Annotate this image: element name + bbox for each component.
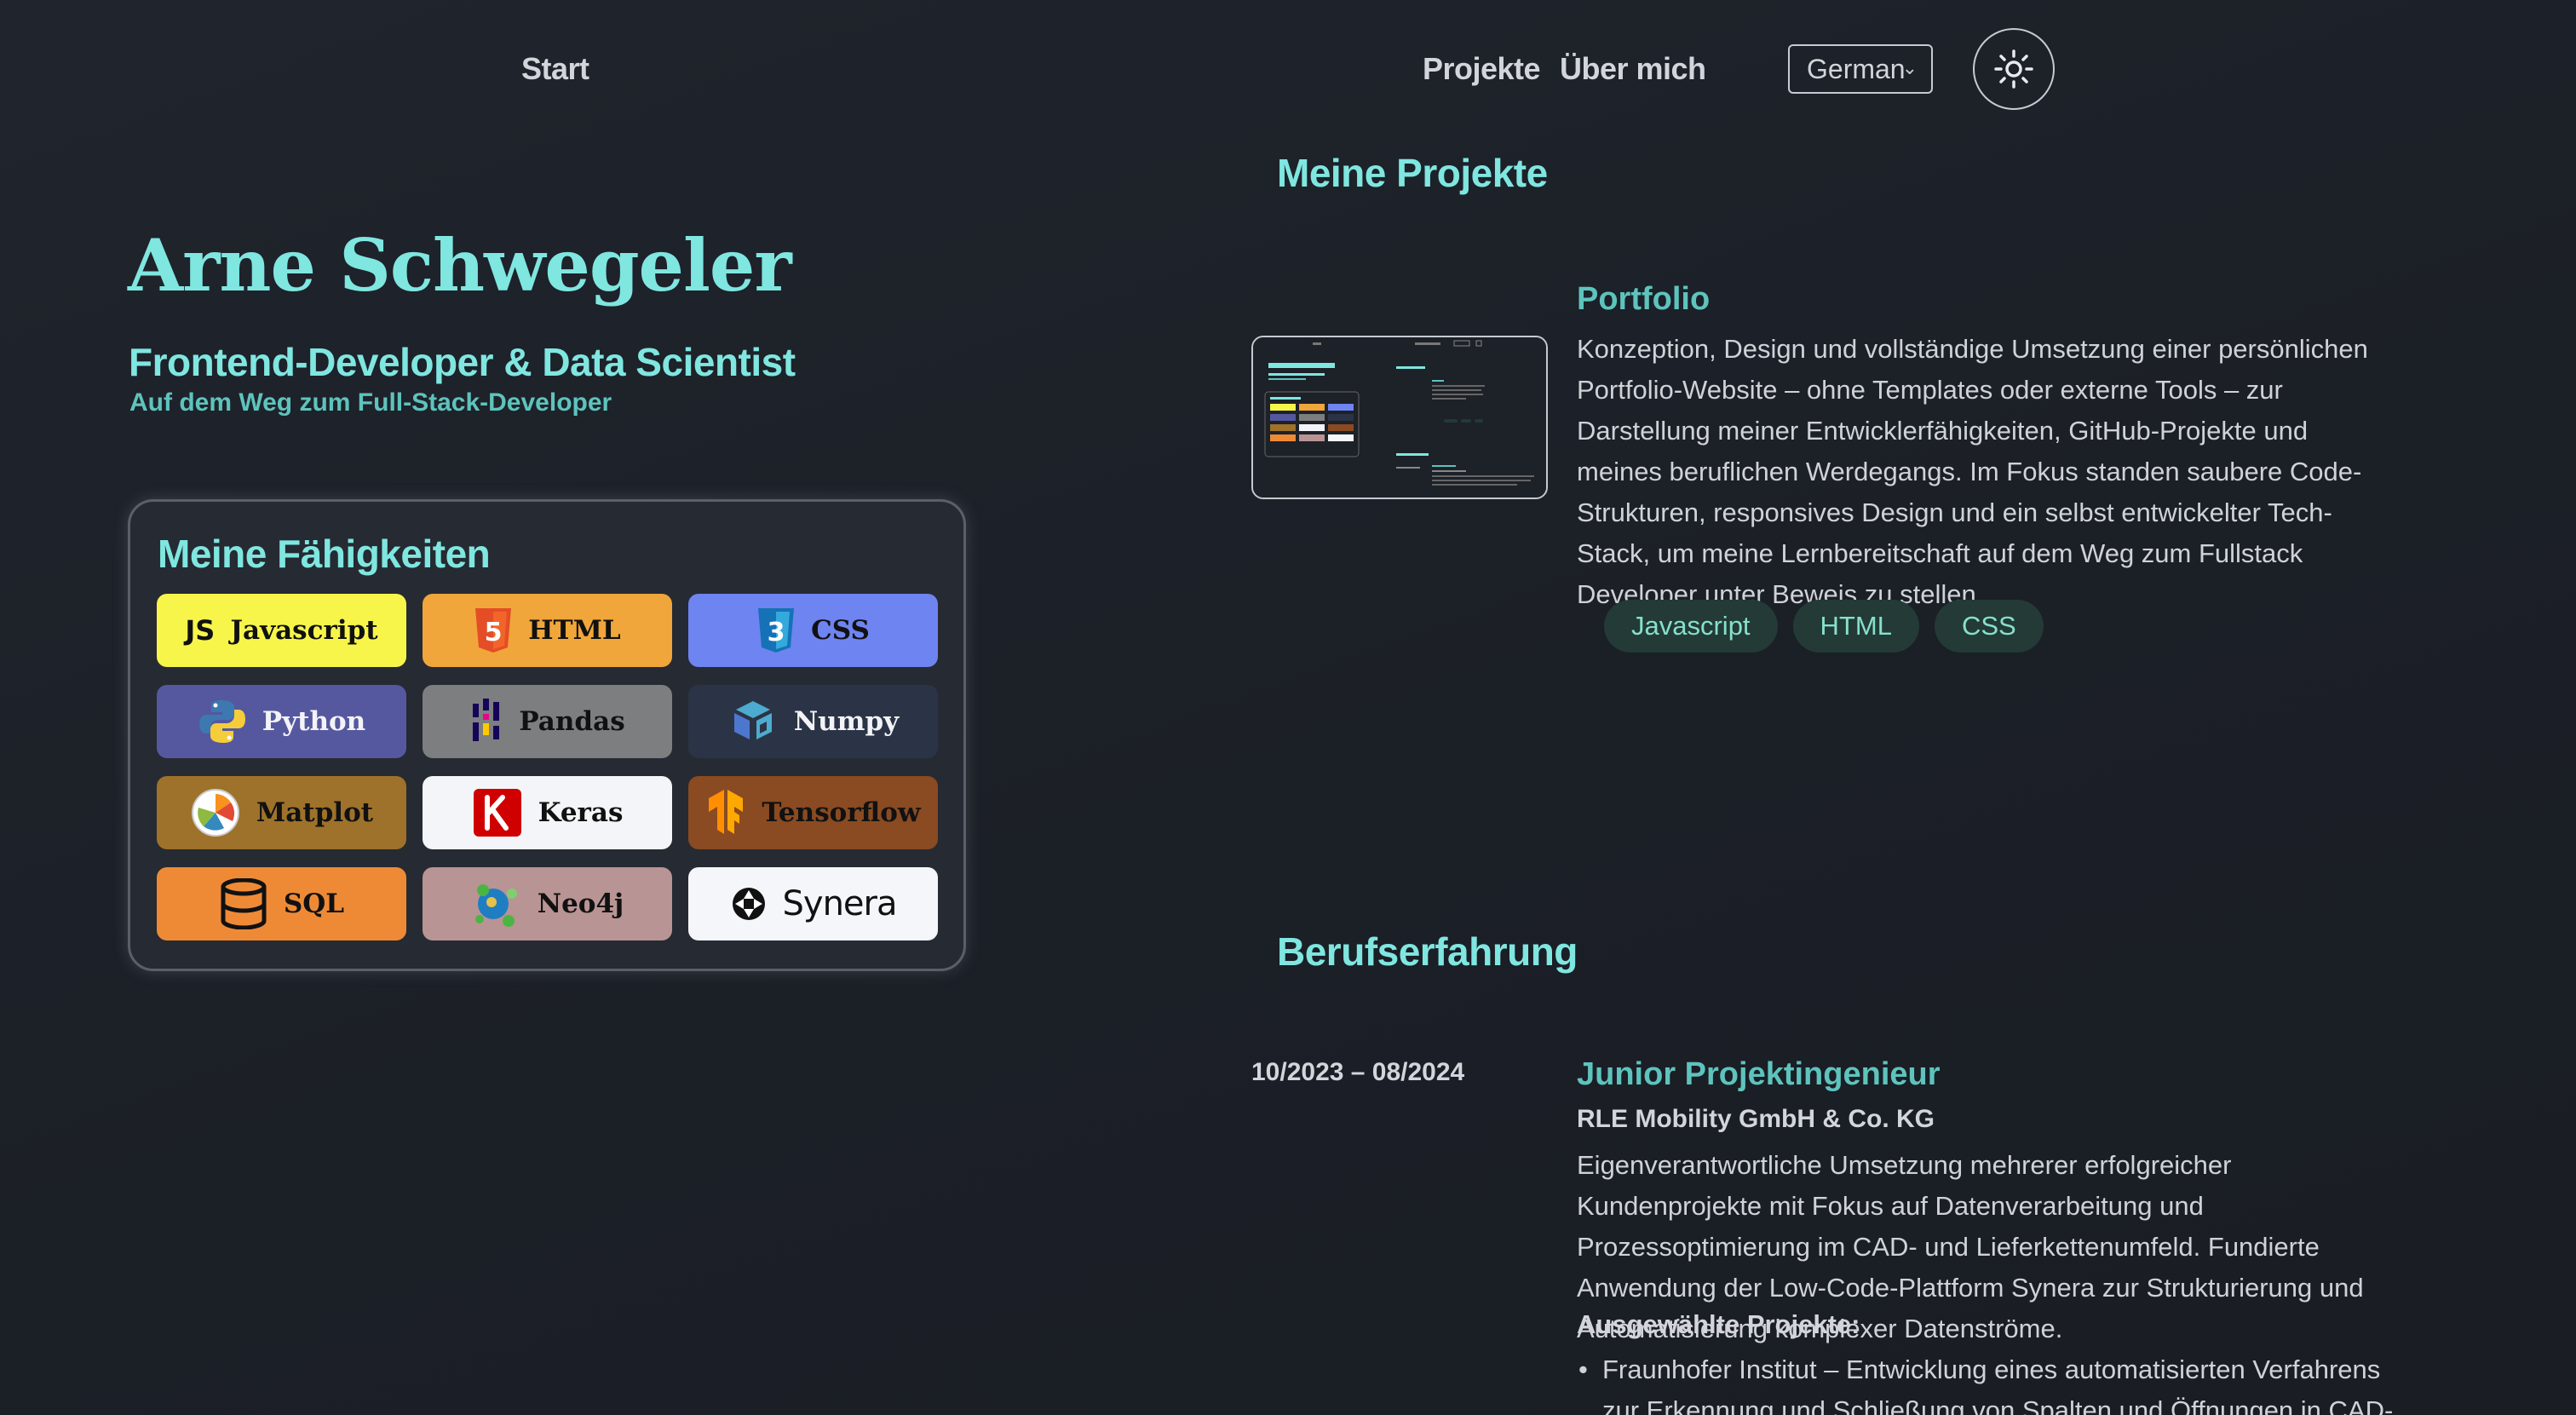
- skill-matplot[interactable]: Matplot: [157, 776, 406, 849]
- theme-toggle-button[interactable]: [1973, 28, 2055, 110]
- tag-chip: CSS: [1934, 600, 2044, 653]
- skill-tensorflow[interactable]: Tensorflow: [688, 776, 938, 849]
- skill-label: CSS: [811, 615, 870, 646]
- portfolio-preview-image: [1253, 337, 1546, 498]
- css3-icon: 3: [756, 608, 796, 653]
- skill-label: Python: [262, 706, 366, 737]
- skill-sql[interactable]: SQL: [157, 867, 406, 940]
- hero-subtitle: Auf dem Weg zum Full-Stack-Developer: [129, 388, 612, 417]
- skill-label: Tensorflow: [762, 797, 921, 828]
- skill-javascript[interactable]: JS Javascript: [157, 594, 406, 667]
- skill-label: Keras: [538, 797, 624, 828]
- skill-label: SQL: [283, 889, 345, 919]
- skill-pandas[interactable]: Pandas: [423, 685, 672, 758]
- tag-chip: HTML: [1792, 600, 1919, 653]
- project-title[interactable]: Portfolio: [1577, 281, 1710, 318]
- synera-icon: [730, 885, 768, 923]
- hero-name: Arne Schwegeler: [128, 223, 792, 308]
- skill-synera[interactable]: Synera: [688, 867, 938, 940]
- language-select[interactable]: German ⌄: [1788, 44, 1933, 94]
- skills-grid: JS Javascript 5 HTML 3 CSS Python Pandas…: [157, 594, 939, 940]
- numpy-icon: [727, 696, 779, 747]
- svg-text:3: 3: [768, 618, 785, 647]
- pandas-icon: [469, 697, 503, 746]
- tensorflow-icon: [705, 790, 746, 836]
- svg-text:5: 5: [485, 618, 503, 647]
- page: Start Projekte Über mich German ⌄ Arne S…: [0, 0, 2576, 1415]
- skill-label: Neo4j: [537, 889, 624, 919]
- hero-role: Frontend-Developer & Data Scientist: [129, 340, 796, 384]
- list-item: Fraunhofer Institut – Entwicklung eines …: [1577, 1349, 2412, 1415]
- job-company: RLE Mobility GmbH & Co. KG: [1577, 1105, 1935, 1133]
- database-icon: [219, 878, 268, 929]
- neo4j-icon: [471, 878, 522, 929]
- job-selected-list: Fraunhofer Institut – Entwicklung eines …: [1577, 1349, 2412, 1415]
- keras-icon: [472, 787, 523, 838]
- skill-label: Javascript: [230, 615, 378, 646]
- html5-icon: 5: [474, 608, 513, 653]
- skills-title: Meine Fähigkeiten: [158, 532, 491, 576]
- skill-label: Pandas: [519, 706, 625, 737]
- skill-label: Matplot: [256, 797, 374, 828]
- skills-card: Meine Fähigkeiten JS Javascript 5 HTML 3…: [128, 499, 966, 971]
- language-select-value: German: [1807, 53, 1906, 84]
- nav-start-link[interactable]: Start: [521, 51, 589, 87]
- project-thumbnail[interactable]: [1251, 336, 1548, 499]
- nav-projects-link[interactable]: Projekte: [1423, 51, 1541, 87]
- job-selected-label: Ausgewählte Projekte:: [1577, 1309, 1860, 1339]
- tag-chip: Javascript: [1604, 600, 1778, 653]
- chevron-down-icon: ⌄: [1901, 57, 1918, 78]
- sun-icon: [1994, 49, 2033, 89]
- skill-css[interactable]: 3 CSS: [688, 594, 938, 667]
- python-icon: [198, 697, 247, 746]
- skill-html[interactable]: 5 HTML: [423, 594, 672, 667]
- project-description: Konzeption, Design und vollständige Umse…: [1577, 334, 2368, 609]
- skill-label: HTML: [528, 615, 621, 646]
- skill-label: Numpy: [793, 706, 900, 737]
- projects-heading: Meine Projekte: [1277, 151, 1548, 195]
- skill-neo4j[interactable]: Neo4j: [423, 867, 672, 940]
- job-date: 10/2023 – 08/2024: [1251, 1058, 1465, 1086]
- project-tags: Javascript HTML CSS: [1604, 600, 2044, 653]
- skill-python[interactable]: Python: [157, 685, 406, 758]
- skill-label: Synera: [782, 884, 898, 923]
- job-title: Junior Projektingenieur: [1577, 1056, 1941, 1092]
- matplotlib-icon: [190, 787, 241, 838]
- skill-numpy[interactable]: Numpy: [688, 685, 938, 758]
- experience-heading: Berufserfahrung: [1277, 929, 1578, 974]
- javascript-icon: JS: [185, 614, 216, 647]
- skill-keras[interactable]: Keras: [423, 776, 672, 849]
- nav-about-link[interactable]: Über mich: [1560, 51, 1706, 87]
